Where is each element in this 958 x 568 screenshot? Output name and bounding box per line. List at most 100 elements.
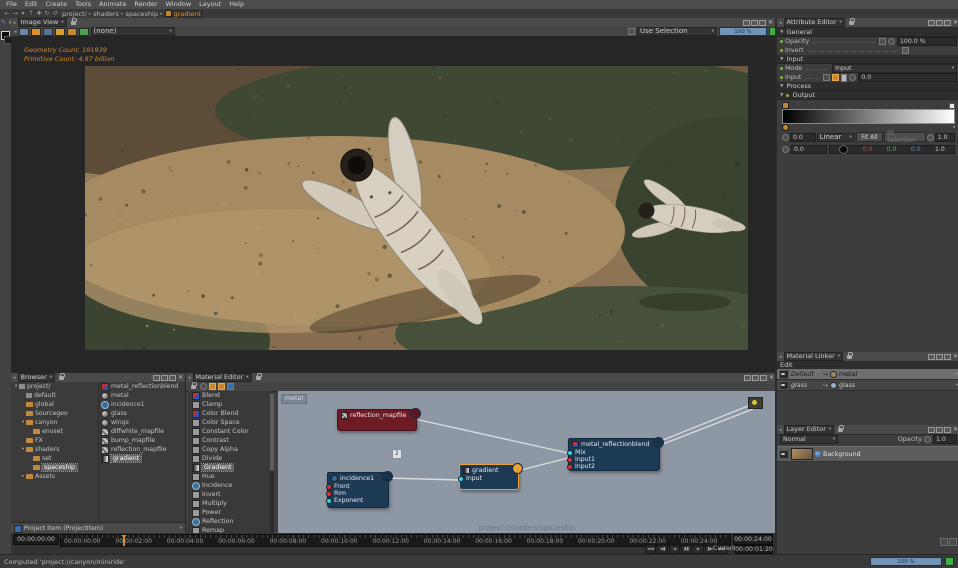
tree-item-Sourcegeo[interactable]: Sourcegeo: [11, 409, 98, 418]
channels-icon[interactable]: [78, 27, 89, 36]
menu-item-tools[interactable]: Tools: [71, 0, 95, 9]
lock-icon[interactable]: [70, 17, 77, 25]
material-category-icon[interactable]: [218, 383, 225, 390]
lock-icon[interactable]: [255, 372, 262, 380]
menu-item-animate[interactable]: Animate: [95, 0, 130, 9]
close-icon[interactable]: ✕: [953, 19, 958, 26]
graph-node-metal_reflectionblend[interactable]: metal_reflectionblend Mix Input1 Input2: [567, 437, 664, 471]
restore-icon[interactable]: [160, 374, 168, 381]
node-type-power[interactable]: Power: [188, 508, 274, 517]
input-port-dot[interactable]: [567, 456, 573, 463]
node-type-incidence[interactable]: Incidence: [188, 481, 274, 490]
blue-value[interactable]: 0.0: [911, 146, 921, 153]
node-type-list[interactable]: Blend Clamp Color Blend Color Space Constant…: [188, 391, 274, 534]
browser-item-gradient[interactable]: gradient: [99, 454, 185, 463]
tree-item-Assets[interactable]: ▸ Assets: [11, 472, 98, 481]
scrollbar[interactable]: [270, 391, 274, 534]
blend-mode-dropdown[interactable]: Normal ▾: [780, 434, 838, 444]
close-icon[interactable]: ✕: [178, 374, 183, 381]
node-type-copy-alpha[interactable]: Copy Alpha: [188, 445, 274, 454]
browser-item-incidence1[interactable]: incidence1: [99, 400, 185, 409]
breadcrumb-segment[interactable]: shaders: [91, 10, 121, 18]
key-position-field[interactable]: 0.0: [791, 144, 827, 154]
tree-item-set[interactable]: set: [11, 454, 98, 463]
interpolation-dropdown[interactable]: Linear ▾: [816, 132, 855, 142]
minimize-icon[interactable]: [743, 374, 751, 381]
node-port-exponent[interactable]: Exponent: [326, 497, 388, 504]
input-port-dot[interactable]: [326, 483, 332, 490]
panel-type-dropdown[interactable]: Browser ▾: [17, 373, 56, 382]
maximize-icon[interactable]: [943, 19, 951, 26]
section-input[interactable]: ▼ Input: [777, 55, 958, 64]
breadcrumb-current[interactable]: gradient: [171, 9, 203, 18]
color-swatches[interactable]: [0, 30, 12, 46]
restore-icon[interactable]: [935, 353, 943, 360]
output-port-dot[interactable]: [653, 437, 664, 448]
minimize-icon[interactable]: [927, 19, 935, 26]
section-output[interactable]: ▼ Output: [777, 91, 958, 100]
jump-start-button[interactable]: ◄◄: [645, 545, 656, 554]
collapse-icon[interactable]: ◂: [13, 375, 16, 381]
lock-icon[interactable]: [848, 17, 855, 25]
layer-select-dropdown[interactable]: (none) ▾: [90, 27, 175, 36]
visibility-eye-icon[interactable]: [779, 380, 789, 390]
restore-icon[interactable]: [750, 19, 758, 26]
save-image-icon[interactable]: [30, 27, 41, 36]
tree-item-shaders[interactable]: ▾ shaders: [11, 445, 98, 454]
input-port-dot[interactable]: [458, 475, 464, 482]
restore-icon[interactable]: [751, 374, 759, 381]
node-category-icon[interactable]: [227, 383, 234, 390]
menu-item-layout[interactable]: Layout: [195, 0, 225, 9]
graph-node-gradient[interactable]: gradient Input: [458, 463, 523, 490]
browser-item-bump_mapfile[interactable]: bump_mapfile: [99, 436, 185, 445]
opacity-value[interactable]: 100.0 %: [897, 37, 957, 46]
reload-icon[interactable]: ↻: [43, 10, 51, 18]
compare-icon[interactable]: [18, 27, 29, 36]
node-port-input2[interactable]: Input2: [567, 463, 659, 470]
tree-item-spaceship[interactable]: spaceship: [11, 463, 98, 472]
browser-item-metal[interactable]: metal: [99, 391, 185, 400]
close-icon[interactable]: ✕: [953, 353, 958, 360]
menu-item-create[interactable]: Create: [41, 0, 71, 9]
step-back-button[interactable]: ◄: [669, 545, 680, 554]
menu-item-edit[interactable]: Edit: [21, 0, 42, 9]
graph-node-incidence1[interactable]: incidence1 Front Rim Exponent: [326, 471, 393, 508]
fit-selection-button[interactable]: Fit Selection: [884, 130, 926, 144]
node-type-clamp[interactable]: Clamp: [188, 400, 274, 409]
invert-checkbox[interactable]: [902, 47, 909, 54]
node-type-constant-color[interactable]: Constant Color: [188, 427, 274, 436]
fit-all-button[interactable]: Fit All: [855, 132, 884, 142]
collapse-icon[interactable]: ◂: [14, 29, 17, 35]
input-port-dot[interactable]: [567, 449, 573, 456]
panel-type-dropdown[interactable]: Material Editor ▾: [192, 373, 252, 382]
gradient-selected-key-marker[interactable]: [782, 124, 789, 131]
node-type-contrast[interactable]: Contrast: [188, 436, 274, 445]
node-type-color-space[interactable]: Color Space: [188, 418, 274, 427]
timeline-ruler[interactable]: 00:00:00:00 00:00:02:00 00:00:04:00 00:00:0…: [60, 534, 731, 547]
tree-item-envset[interactable]: envset: [11, 427, 98, 436]
scrollbar-thumb[interactable]: [270, 393, 274, 471]
node-type-hue[interactable]: Hue: [188, 472, 274, 481]
output-port-dot[interactable]: [410, 408, 421, 419]
minimize-icon[interactable]: [927, 426, 935, 433]
close-icon[interactable]: ✕: [768, 19, 773, 26]
gradient-editor[interactable]: ◂ 0.0 Linear ▾ Fit All Fit Selection 1.0…: [782, 102, 956, 154]
collapse-icon[interactable]: ◂: [13, 20, 16, 26]
menu-item-file[interactable]: File: [2, 0, 21, 9]
maximize-icon[interactable]: [759, 374, 767, 381]
tree-item-FX[interactable]: FX: [11, 436, 98, 445]
node-type-blend[interactable]: Blend: [188, 391, 274, 400]
breadcrumb-segment[interactable]: project/: [60, 10, 89, 18]
browser-item-metal_reflectionblend[interactable]: metal_reflectionblend: [99, 382, 185, 391]
tree-item-project[interactable]: ▾ project/: [11, 382, 98, 391]
material-link-row-glass[interactable]: glass ↪ glass ▾: [777, 380, 958, 391]
alpha-value[interactable]: 1.0: [935, 146, 945, 153]
node-port-input[interactable]: Input: [458, 475, 518, 482]
browser-tree[interactable]: ▾ project/default global Sourcegeo ▾ canyon en…: [11, 382, 99, 523]
material-output-node[interactable]: [748, 397, 763, 409]
tree-item-default[interactable]: default: [11, 391, 98, 400]
layer-row-background[interactable]: Background: [777, 446, 958, 462]
close-icon[interactable]: ✕: [769, 374, 774, 381]
node-port-mix[interactable]: Mix: [567, 449, 659, 456]
lut-icon[interactable]: [66, 27, 77, 36]
